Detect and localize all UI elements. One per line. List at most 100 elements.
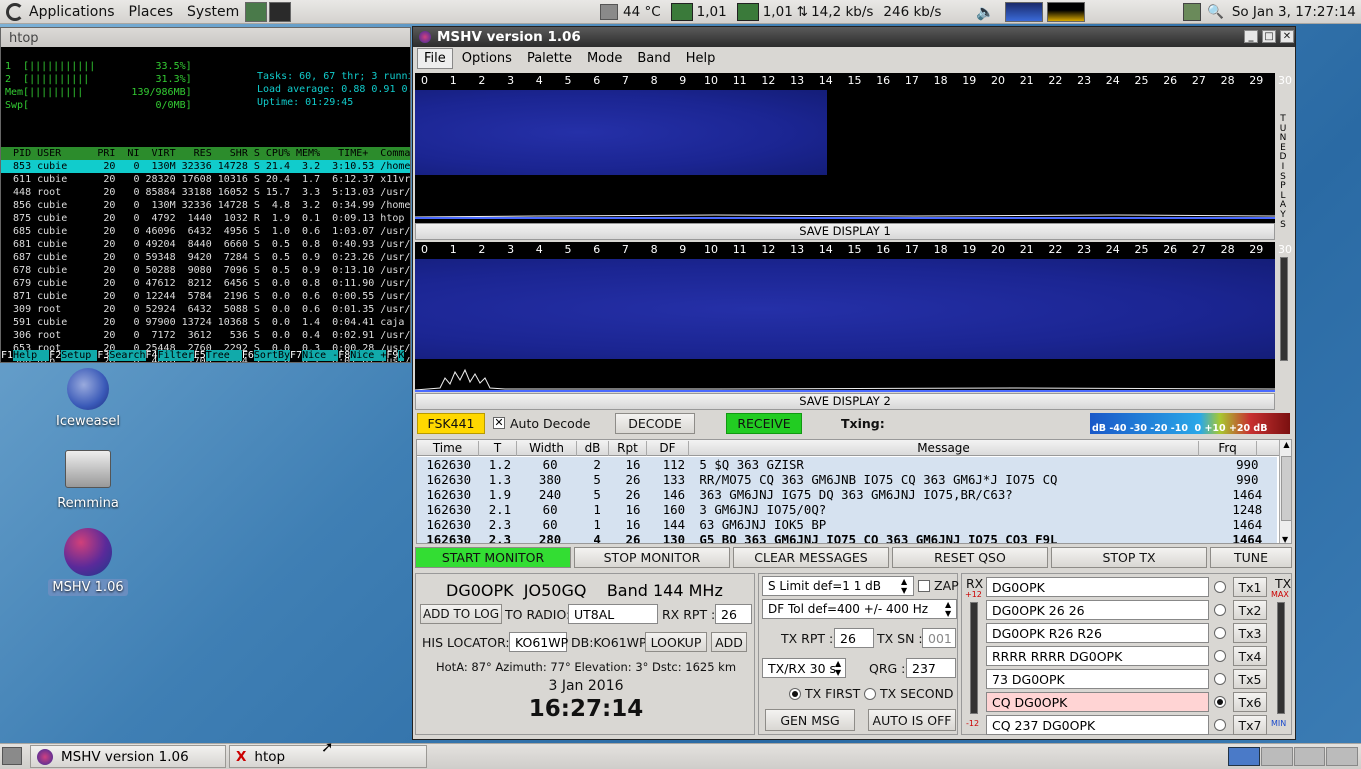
volume-icon[interactable]: 🔈 xyxy=(976,3,995,21)
htop-process-row[interactable]: 678 cubie 20 0 50288 9080 7096 S 0.5 0.9… xyxy=(1,264,410,277)
htop-fkey[interactable]: F7 xyxy=(290,350,302,361)
tx-first-radio[interactable] xyxy=(789,688,801,700)
stop-monitor-button[interactable]: STOP MONITOR xyxy=(574,547,730,568)
applications-menu[interactable]: Applications xyxy=(6,2,115,21)
tx-sn-input[interactable]: 001 xyxy=(922,628,956,648)
search-icon[interactable]: 🔍 xyxy=(1207,4,1224,20)
decode-button[interactable]: DECODE xyxy=(615,413,695,434)
tx6-button[interactable]: Tx6 xyxy=(1233,692,1267,712)
column-header-width[interactable]: Width xyxy=(517,441,577,456)
message-row[interactable]: 162630 2.1 60 1 16 160 3 GM6JNJ IO75/0Q? 1248 xyxy=(417,502,1277,517)
htop-fkey[interactable]: F4 xyxy=(146,350,158,361)
df-tol-spinbox[interactable]: DF Tol def=400 +/- 400 Hz xyxy=(762,599,957,619)
htop-fkey[interactable]: F3 xyxy=(97,350,109,361)
htop-titlebar[interactable]: htop xyxy=(1,28,410,47)
htop-process-row[interactable]: 875 cubie 20 0 4792 1440 1032 R 1.9 0.1 … xyxy=(1,212,410,225)
htop-process-row[interactable]: 309 root 20 0 52924 6432 5088 S 0.0 0.6 … xyxy=(1,303,410,316)
menu-palette[interactable]: Palette xyxy=(521,49,578,68)
tx2-button[interactable]: Tx2 xyxy=(1233,600,1267,620)
column-header-t[interactable]: T xyxy=(479,441,517,456)
htop-window[interactable]: htop 1 [||||||||||| 33.5%] 2 [||||||||||… xyxy=(0,27,411,363)
qrg-input[interactable]: 237 xyxy=(906,658,956,678)
column-header-message[interactable]: Message xyxy=(689,441,1199,456)
add-to-log-button[interactable]: ADD TO LOG xyxy=(420,604,502,624)
maximize-icon[interactable]: □ xyxy=(1262,30,1276,43)
menu-file[interactable]: File xyxy=(417,47,453,69)
tx-select-radio-1[interactable] xyxy=(1214,581,1226,593)
htop-fkey[interactable]: F1 xyxy=(1,350,13,361)
menu-mode[interactable]: Mode xyxy=(581,49,628,68)
tx-message-field-6[interactable]: CQ DG0OPK xyxy=(986,692,1209,712)
tx1-button[interactable]: Tx1 xyxy=(1233,577,1267,597)
htop-process-row[interactable]: 448 root 20 0 85884 33188 16052 S 15.7 3… xyxy=(1,186,410,199)
tx-message-field-4[interactable]: RRRR RRRR DG0OPK xyxy=(986,646,1209,666)
desktop-icon-iceweasel[interactable]: Iceweasel xyxy=(48,368,128,429)
lookup-button[interactable]: LOOKUP xyxy=(645,632,707,652)
menu-band[interactable]: Band xyxy=(631,49,676,68)
htop-process-row[interactable]: 871 cubie 20 0 12244 5784 2196 S 0.0 0.6… xyxy=(1,290,410,303)
s-limit-spin-icon[interactable]: ▲ ▼ xyxy=(901,577,907,595)
tx-second-label[interactable]: TX SECOND xyxy=(880,686,954,701)
tune-button[interactable]: TUNE xyxy=(1210,547,1292,568)
workspace-1[interactable] xyxy=(1228,747,1260,766)
workspace-3[interactable] xyxy=(1293,747,1326,766)
htop-process-row[interactable]: 856 cubie 20 0 130M 32336 14728 S 4.8 3.… xyxy=(1,199,410,212)
tx-rx-period-spinbox[interactable]: TX/RX 30 s xyxy=(762,658,846,678)
desktop-icon-mshv[interactable]: MSHV 1.06 xyxy=(48,528,128,596)
htop-fkey[interactable]: F6 xyxy=(242,350,254,361)
s-limit-spinbox[interactable]: S Limit def=1 1 dB xyxy=(762,576,914,596)
auto-decode-label[interactable]: Auto Decode xyxy=(510,416,590,431)
zap-label[interactable]: ZAP xyxy=(934,578,959,593)
show-desktop-icon[interactable] xyxy=(2,747,22,765)
tx-message-field-5[interactable]: 73 DG0OPK xyxy=(986,669,1209,689)
htop-fkey[interactable]: F9 xyxy=(386,350,398,361)
places-menu[interactable]: Places xyxy=(129,4,174,20)
tx-rpt-input[interactable]: 26 xyxy=(834,628,874,648)
rx-level-slider[interactable] xyxy=(970,602,978,714)
message-row[interactable]: 162630 1.2 60 2 16 112 5 $Q 363 GZISR 990 xyxy=(417,457,1277,472)
to-radio-input[interactable]: UT8AL xyxy=(568,604,658,624)
tx-select-radio-5[interactable] xyxy=(1214,673,1226,685)
column-header-frq[interactable]: Frq xyxy=(1199,441,1257,456)
htop-fkey[interactable]: F5 xyxy=(194,350,206,361)
htop-fkey[interactable]: F2 xyxy=(49,350,61,361)
tx-select-radio-7[interactable] xyxy=(1214,719,1226,731)
zap-checkbox[interactable] xyxy=(918,580,930,592)
menu-help[interactable]: Help xyxy=(680,49,722,68)
tx-select-radio-4[interactable] xyxy=(1214,650,1226,662)
system-menu[interactable]: System xyxy=(187,4,239,20)
message-row[interactable]: 162630 2.3 280 4 26 130 G5 BQ 363 GM6JNJ IO75 … xyxy=(417,532,1277,543)
htop-process-row[interactable]: 681 cubie 20 0 49204 8440 6660 S 0.5 0.8… xyxy=(1,238,410,251)
tx-level-slider[interactable] xyxy=(1277,602,1285,714)
htop-process-row[interactable]: 685 cubie 20 0 46096 6432 4956 S 1.0 0.6… xyxy=(1,225,410,238)
htop-process-row[interactable]: 853 cubie 20 0 130M 32336 14728 S 21.4 3… xyxy=(1,160,410,173)
desktop-icon-remmina[interactable]: Remmina xyxy=(48,450,128,511)
tx-message-field-2[interactable]: DG0OPK 26 26 xyxy=(986,600,1209,620)
htop-process-row[interactable]: 611 cubie 20 0 28320 17608 10316 S 20.4 … xyxy=(1,173,410,186)
htop-process-row[interactable]: 306 root 20 0 7172 3612 536 S 0.0 0.4 0:… xyxy=(1,329,410,342)
minimize-icon[interactable]: _ xyxy=(1244,30,1258,43)
terminal-launcher-icon[interactable] xyxy=(269,1,292,22)
start-monitor-button[interactable]: START MONITOR xyxy=(415,547,571,568)
clock[interactable]: So Jan 3, 17:27:14 xyxy=(1232,4,1356,20)
tx-select-radio-2[interactable] xyxy=(1214,604,1226,616)
column-header-db[interactable]: dB xyxy=(577,441,609,456)
tx-message-field-1[interactable]: DG0OPK xyxy=(986,577,1209,597)
auto-is-off-button[interactable]: AUTO IS OFF xyxy=(868,709,956,731)
htop-process-row[interactable]: 687 cubie 20 0 59348 9420 7284 S 0.5 0.9… xyxy=(1,251,410,264)
save-display-1-button[interactable]: SAVE DISPLAY 1 xyxy=(415,223,1275,240)
htop-process-list[interactable]: 853 cubie 20 0 130M 32336 14728 S 21.4 3… xyxy=(1,160,410,362)
messages-body[interactable]: 162630 1.2 60 2 16 112 5 $Q 363 GZISR 990 162630… xyxy=(417,457,1277,543)
clear-messages-button[interactable]: CLEAR MESSAGES xyxy=(733,547,889,568)
tx-message-field-3[interactable]: DG0OPK R26 R26 xyxy=(986,623,1209,643)
tx-second-radio[interactable] xyxy=(864,688,876,700)
display-tune-slider[interactable] xyxy=(1280,257,1288,361)
message-row[interactable]: 162630 2.3 60 1 16 144 63 GM6JNJ IOK5 BP 1464 xyxy=(417,517,1277,532)
tx-rx-spin-icon[interactable]: ▲ ▼ xyxy=(835,659,841,677)
scroll-up-icon[interactable]: ▲ xyxy=(1280,440,1291,449)
column-header-rpt[interactable]: Rpt xyxy=(609,441,647,456)
tx4-button[interactable]: Tx4 xyxy=(1233,646,1267,666)
task-mshv[interactable]: MSHV version 1.06 xyxy=(30,745,226,768)
htop-process-row[interactable]: 591 cubie 20 0 97900 13724 10368 S 0.0 1… xyxy=(1,316,410,329)
tx3-button[interactable]: Tx3 xyxy=(1233,623,1267,643)
